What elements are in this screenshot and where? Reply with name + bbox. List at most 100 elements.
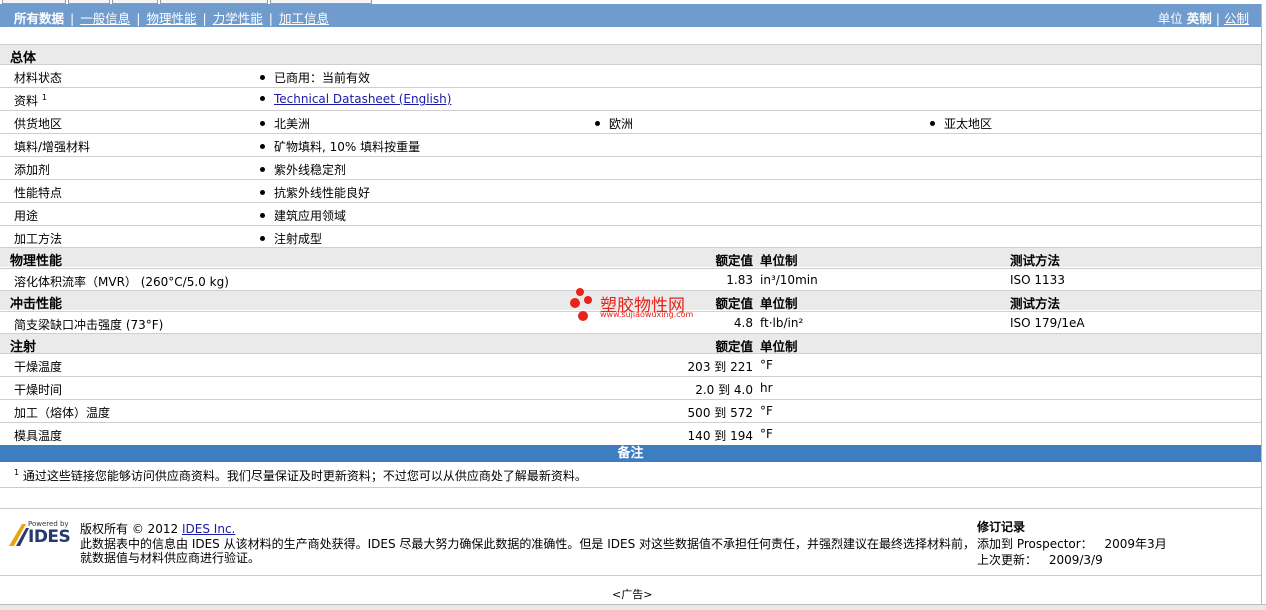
revision-added-value: 2009年3月	[1104, 537, 1167, 551]
watermark-url: www.sujiaowuxing.com	[600, 310, 694, 319]
section-title: 物理性能	[10, 254, 63, 269]
section-title: 冲击性能	[10, 297, 63, 312]
col-header-unit: 单位制	[760, 296, 798, 311]
row-value: 亚太地区	[930, 115, 992, 132]
row-value: 1.83	[726, 273, 753, 287]
nav-all-data[interactable]: 所有数据	[14, 11, 64, 26]
section-nav: 所有数据 | 一般信息 | 物理性能 | 力学性能 | 加工信息	[14, 8, 329, 27]
row-value: 2.0 到 4.0	[695, 383, 753, 397]
row-value: 抗紫外线性能良好	[260, 184, 370, 201]
section-physical-header: 物理性能 额定值 单位制 测试方法	[0, 247, 1261, 269]
navigation-bar: 所有数据 | 一般信息 | 物理性能 | 力学性能 | 加工信息 单位 英制 | 公制	[0, 4, 1261, 27]
divider	[0, 508, 1261, 509]
nav-separator: |	[136, 11, 141, 26]
row-value: 500 到 572	[687, 406, 753, 420]
row-label: 填料/增强材料	[14, 140, 91, 154]
section-general-header: 总体	[0, 44, 1261, 66]
nav-processing[interactable]: 加工信息	[279, 11, 329, 26]
table-row: 材料状态 已商用：当前有效	[0, 64, 1261, 87]
watermark-dot	[584, 296, 592, 304]
row-method: ISO 1133	[1010, 273, 1065, 287]
row-value: 4.8	[733, 316, 753, 330]
nav-separator: |	[70, 11, 75, 26]
table-row: 干燥温度 203 到 221 °F	[0, 353, 1261, 376]
table-row: 资料 1 Technical Datasheet (English)	[0, 87, 1261, 110]
ad-label: <广告>	[612, 588, 653, 601]
row-label: 添加剂	[14, 163, 51, 177]
footnote: 1 通过这些链接您能够访问供应商资料。我们尽量保证及时更新资料；不过您可以从供应…	[14, 467, 587, 484]
watermark-dot	[578, 311, 588, 321]
row-label: 溶化体积流率（MVR） (260°C/5.0 kg)	[14, 275, 229, 289]
technical-datasheet-link[interactable]: Technical Datasheet (English)	[274, 92, 451, 106]
col-header-nominal: 额定值	[715, 296, 753, 311]
right-border	[1261, 4, 1262, 604]
ides-link[interactable]: IDES Inc.	[182, 522, 235, 536]
nav-separator: |	[268, 11, 273, 26]
row-label: 简支梁缺口冲击强度 (73°F)	[14, 318, 164, 332]
row-value: 矿物填料, 10% 填料按重量	[260, 138, 420, 155]
revision-updated-value: 2009/3/9	[1048, 553, 1103, 567]
copyright-text: 版权所有 © 2012	[80, 522, 179, 536]
revision-added-label: 添加到 Prospector：	[977, 537, 1093, 551]
horizontal-scrollbar[interactable]	[0, 604, 1266, 610]
watermark-dot	[570, 298, 580, 308]
row-unit: hr	[760, 381, 773, 395]
unit-selector: 单位 英制 | 公制	[1158, 8, 1249, 27]
row-value: 注射成型	[260, 230, 322, 247]
revision-updated-label: 上次更新：	[977, 553, 1038, 567]
row-label: 性能特点	[14, 186, 63, 200]
table-row: 添加剂 紫外线稳定剂	[0, 156, 1261, 179]
row-value: Technical Datasheet (English)	[260, 92, 451, 106]
revision-updated: 上次更新： 2009/3/9	[977, 551, 1103, 568]
unit-label: 单位	[1157, 11, 1183, 26]
nav-general-info[interactable]: 一般信息	[80, 11, 130, 26]
revision-title: 修订记录	[977, 520, 1026, 534]
row-label: 加工（熔体）温度	[14, 406, 111, 420]
row-value: 140 到 194	[687, 429, 753, 443]
row-value: 欧洲	[595, 115, 633, 132]
row-value: 紫外线稳定剂	[260, 161, 346, 178]
nav-mechanical[interactable]: 力学性能	[213, 11, 263, 26]
table-row: 干燥时间 2.0 到 4.0 hr	[0, 376, 1261, 399]
ides-logo[interactable]: Powered by IDES	[8, 520, 72, 550]
watermark-logo: 塑胶物性网 www.sujiaowuxing.com	[570, 288, 710, 324]
logo-name: IDES	[28, 527, 71, 547]
row-value: 建筑应用领域	[260, 207, 346, 224]
row-label: 资料 1	[14, 93, 47, 108]
section-injection-header: 注射 额定值 单位制	[0, 333, 1261, 355]
divider	[0, 487, 1261, 488]
table-row: 性能特点 抗紫外线性能良好	[0, 179, 1261, 202]
table-row: 加工方法 注射成型	[0, 225, 1261, 248]
row-label: 加工方法	[14, 232, 63, 246]
watermark-dot	[576, 288, 584, 296]
table-row: 模具温度 140 到 194 °F	[0, 422, 1261, 445]
row-label: 用途	[14, 209, 39, 223]
row-label: 干燥时间	[14, 383, 63, 397]
col-header-method: 测试方法	[1010, 296, 1061, 311]
row-unit: ft·lb/in²	[760, 316, 804, 330]
revision-added: 添加到 Prospector： 2009年3月	[977, 535, 1167, 552]
row-value: 北美洲	[260, 115, 310, 132]
col-header-unit: 单位制	[760, 253, 798, 268]
row-value: 203 到 221	[687, 360, 753, 374]
row-unit: °F	[760, 427, 773, 441]
nav-separator: |	[202, 11, 207, 26]
col-header-nominal: 额定值	[715, 253, 753, 268]
row-unit: °F	[760, 404, 773, 418]
row-value: 已商用：当前有效	[260, 69, 370, 86]
disclaimer-line: 就数据值与材料供应商进行验证。	[80, 551, 261, 565]
notes-header: 备注	[0, 445, 1261, 462]
divider	[0, 575, 1261, 576]
footnote-text: 通过这些链接您能够访问供应商资料。我们尽量保证及时更新资料；不过您可以从供应商处…	[22, 469, 587, 483]
table-row: 加工（熔体）温度 500 到 572 °F	[0, 399, 1261, 422]
unit-metric[interactable]: 公制	[1224, 11, 1249, 26]
row-unit: in³/10min	[760, 273, 818, 287]
nav-physical[interactable]: 物理性能	[146, 11, 196, 26]
row-label: 模具温度	[14, 429, 63, 443]
row-method: ISO 179/1eA	[1010, 316, 1085, 330]
ides-logo-icon	[9, 524, 29, 546]
table-row: 供货地区 北美洲 欧洲 亚太地区	[0, 110, 1261, 133]
footnote-marker: 1	[14, 468, 20, 477]
unit-separator: |	[1215, 11, 1220, 26]
unit-english[interactable]: 英制	[1187, 11, 1212, 26]
